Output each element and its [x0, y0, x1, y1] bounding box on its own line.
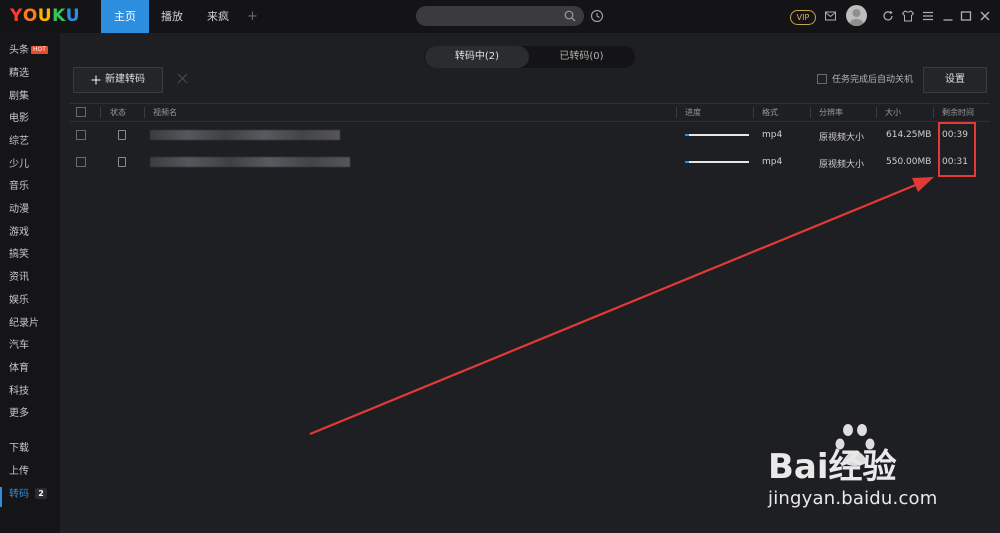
column-header-video-name[interactable]: 视频名 — [153, 107, 177, 118]
sidebar-item-download[interactable]: 下载 — [9, 442, 29, 456]
transcode-status-switch: 转码中(2) 已转码(0) — [424, 46, 635, 68]
progress-fill — [685, 161, 689, 163]
sidebar-item-anime[interactable]: 动漫 — [9, 203, 29, 217]
sidebar-item-more[interactable]: 更多 — [9, 407, 29, 421]
vip-badge[interactable]: VIP — [790, 10, 816, 25]
search-icon[interactable] — [564, 10, 576, 22]
user-avatar-icon — [849, 9, 864, 26]
plus-icon — [91, 75, 101, 85]
minimize-icon[interactable] — [942, 10, 954, 22]
sidebar-item-sports[interactable]: 体育 — [9, 362, 29, 376]
row-checkbox[interactable] — [76, 130, 86, 140]
size-cell: 614.25MB — [886, 130, 932, 140]
sidebar-item-games[interactable]: 游戏 — [9, 226, 29, 240]
auto-shutdown-checkbox[interactable] — [817, 74, 827, 84]
sidebar-item-featured[interactable]: 精选 — [9, 67, 29, 81]
youku-logo[interactable]: YOUKU — [10, 6, 80, 26]
column-separator — [933, 107, 934, 118]
logo-letter: K — [52, 6, 66, 26]
row-checkbox[interactable] — [76, 157, 86, 167]
arrow-head — [912, 177, 934, 192]
column-separator — [810, 107, 811, 118]
skin-icon[interactable] — [902, 10, 914, 22]
sidebar-item-news[interactable]: 资讯 — [9, 271, 29, 285]
resolution-cell: 原视频大小 — [819, 133, 865, 143]
close-icon[interactable] — [979, 10, 991, 22]
column-separator — [753, 107, 754, 118]
sidebar-item-tech[interactable]: 科技 — [9, 385, 29, 399]
avatar[interactable] — [846, 5, 867, 26]
sidebar-item-documentary[interactable]: 纪录片 — [9, 317, 39, 331]
sidebar-item-headlines[interactable]: 头条 HOT — [9, 44, 48, 58]
size-cell: 550.00MB — [886, 157, 932, 167]
watermark-url: jingyan.baidu.com — [768, 488, 938, 509]
video-name-redacted — [150, 157, 350, 167]
column-separator — [876, 107, 877, 118]
sidebar: 头条 HOT 精选 剧集 电影 综艺 少儿 音乐 动漫 游戏 搞笑 资讯 娱乐 纪… — [0, 33, 60, 533]
transcode-count-badge: 2 — [35, 488, 47, 499]
sidebar-item-movies[interactable]: 电影 — [9, 112, 29, 126]
top-bar: YOUKU 主页 播放 来疯 + VIP — [0, 0, 1000, 33]
sidebar-item-series[interactable]: 剧集 — [9, 90, 29, 104]
resolution-cell: 原视频大小 — [819, 160, 865, 170]
sidebar-item-funny[interactable]: 搞笑 — [9, 248, 29, 262]
sidebar-item-variety[interactable]: 综艺 — [9, 135, 29, 149]
select-all-checkbox[interactable] — [76, 107, 86, 117]
tab-laifeng[interactable]: 来疯 — [195, 0, 241, 33]
column-separator — [100, 107, 101, 118]
tab-transcoding[interactable]: 转码中(2) — [425, 46, 529, 68]
sidebar-item-label: 头条 — [9, 45, 29, 56]
maximize-icon[interactable] — [960, 10, 972, 22]
column-header-status[interactable]: 状态 — [110, 107, 126, 118]
status-icon — [118, 130, 126, 140]
column-header-progress[interactable]: 进度 — [685, 107, 701, 118]
sidebar-item-transcode[interactable]: 转码 — [9, 488, 29, 502]
annotation-highlight-box — [938, 122, 976, 177]
progress-bar — [685, 134, 749, 136]
top-tabs: 主页 播放 来疯 + — [101, 0, 264, 33]
column-header-format[interactable]: 格式 — [762, 107, 778, 118]
sidebar-item-kids[interactable]: 少儿 — [9, 158, 29, 172]
video-name-redacted — [150, 130, 340, 140]
tab-play[interactable]: 播放 — [149, 0, 195, 33]
active-indicator — [0, 487, 2, 507]
tab-home[interactable]: 主页 — [101, 0, 149, 33]
table-header: 状态 视频名 进度 格式 分辨率 大小 剩余时间 — [70, 103, 990, 122]
hot-badge: HOT — [31, 46, 48, 54]
logo-letter: O — [22, 6, 38, 26]
column-header-resolution[interactable]: 分辨率 — [819, 107, 843, 118]
format-cell: mp4 — [762, 157, 783, 167]
column-separator — [676, 107, 677, 118]
logo-letter: Y — [10, 6, 23, 26]
mail-icon[interactable] — [825, 11, 836, 21]
column-header-remaining-time[interactable]: 剩余时间 — [942, 107, 974, 118]
column-separator — [144, 107, 145, 118]
delete-task-icon[interactable] — [177, 73, 188, 84]
refresh-icon[interactable] — [882, 10, 894, 22]
settings-button[interactable]: 设置 — [923, 67, 987, 93]
sidebar-item-entertainment[interactable]: 娱乐 — [9, 294, 29, 308]
logo-letter: U — [65, 6, 81, 26]
status-icon — [118, 157, 126, 167]
menu-icon[interactable] — [922, 10, 934, 22]
new-transcode-label: 新建转码 — [105, 74, 145, 85]
history-icon[interactable] — [590, 9, 604, 23]
arrow-line — [309, 182, 919, 436]
watermark-brand: Bai经验 — [768, 447, 897, 487]
progress-bar — [685, 161, 749, 163]
sidebar-item-auto[interactable]: 汽车 — [9, 339, 29, 353]
new-transcode-button[interactable]: 新建转码 — [73, 67, 163, 93]
tab-transcoded[interactable]: 已转码(0) — [529, 46, 634, 68]
sidebar-item-music[interactable]: 音乐 — [9, 180, 29, 194]
sidebar-item-upload[interactable]: 上传 — [9, 465, 29, 479]
search-input[interactable] — [416, 6, 584, 26]
progress-fill — [685, 134, 689, 136]
format-cell: mp4 — [762, 130, 783, 140]
column-header-size[interactable]: 大小 — [885, 107, 901, 118]
logo-letter: U — [37, 6, 53, 26]
add-tab-button[interactable]: + — [241, 0, 264, 33]
auto-shutdown-label: 任务完成后自动关机 — [832, 75, 914, 85]
